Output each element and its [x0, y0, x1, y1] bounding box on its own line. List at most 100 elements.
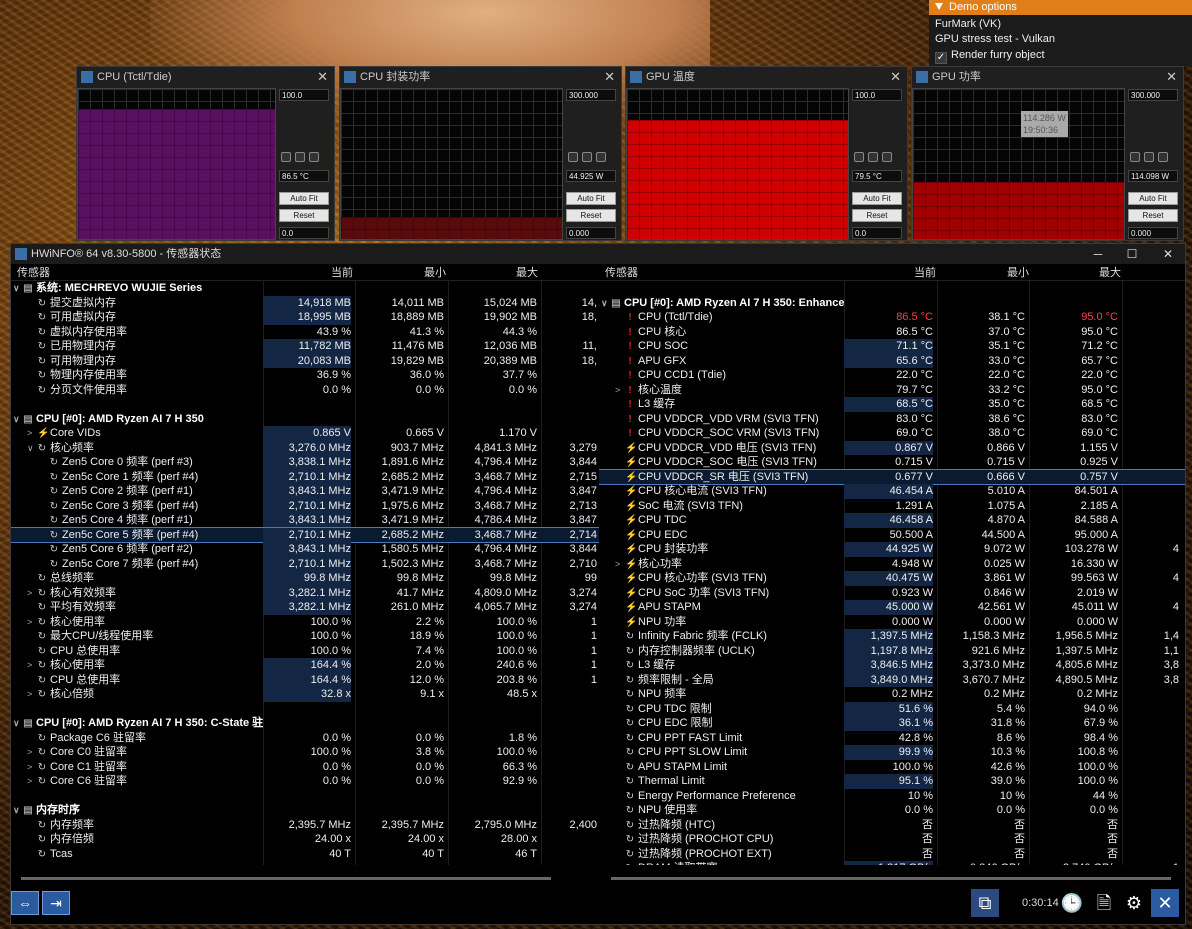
graph-max-input[interactable]: 100.0 [852, 89, 902, 101]
expand-icon[interactable]: > [27, 774, 35, 789]
sensor-row[interactable]: ↻ Zen5c Core 1 频率 (perf #4) 2,710.1 MHz 2,6… [11, 469, 599, 484]
left-horizontal-scrollbar[interactable] [21, 877, 551, 880]
sensor-row[interactable]: > ↻ Core C1 驻留率 0.0 % 0.0 % 66.3 % [11, 760, 599, 775]
sensor-row[interactable]: ! CPU 核心 86.5 °C 37.0 °C 95.0 °C [599, 325, 1185, 340]
graph-window-2[interactable]: GPU 温度 ✕ 100.0 79.5 °C Auto Fit Reset 0.0 [625, 66, 908, 241]
sensor-row[interactable]: > ⚡核心功率 4.948 W 0.025 W 16.330 W [599, 557, 1185, 572]
sensor-row[interactable]: ↻ 内存控制器频率 (UCLK) 1,197.8 MHz 921.6 MHz 1,397… [599, 643, 1185, 658]
graph-window-0[interactable]: CPU (Tctl/Tdie) ✕ 100.0 86.5 °C Auto Fit Rese… [76, 66, 335, 241]
sensor-row[interactable]: ↻ Package C6 驻留率 0.0 % 0.0 % 1.8 % [11, 731, 599, 746]
sensor-row[interactable]: ↻ 内存倍频 24.00 x 24.00 x 28.00 x [11, 832, 599, 847]
auto-fit-button[interactable]: Auto Fit [279, 192, 329, 205]
graph-option-checkbox[interactable] [1130, 152, 1140, 162]
sensor-row[interactable]: ↻ 分页文件使用率 0.0 % 0.0 % 0.0 % [11, 383, 599, 398]
sensor-row[interactable]: ↻ 虚拟内存使用率 43.9 % 41.3 % 44.3 % [11, 325, 599, 340]
auto-fit-button[interactable]: Auto Fit [566, 192, 616, 205]
settings-button[interactable]: ⚙ [1120, 889, 1148, 917]
sensor-row[interactable]: ↻DRAM 读取带宽 1.317 GB/s 0.846 GB/s 3.740 GB/s… [599, 861, 1185, 865]
sensor-row[interactable]: ↻ CPU TDC 限制 51.6 % 5.4 % 94.0 % [599, 701, 1185, 716]
expand-icon[interactable]: ∨ [13, 412, 21, 427]
sensor-row[interactable]: ↻ 内存频率 2,395.7 MHz 2,395.7 MHz 2,795.0 MHz 2,… [11, 818, 599, 833]
sensor-row[interactable]: ↻ NPU 使用率 0.0 % 0.0 % 0.0 % [599, 803, 1185, 818]
sensor-row[interactable]: ↻ 最大CPU/线程使用率 100.0 % 18.9 % 100.0 % 1 [11, 629, 599, 644]
sensor-row[interactable]: ⚡CPU SoC 功率 (SVI3 TFN) 0.923 W 0.846 W 2.01… [599, 586, 1185, 601]
sensor-group-header[interactable]: ∨ ▤ CPU [#0]: AMD Ryzen AI 7 H 350: C-Stat… [11, 716, 599, 731]
graph-option-checkbox[interactable] [882, 152, 892, 162]
collapse-left-button[interactable]: ⇔ [11, 891, 39, 915]
sensor-row[interactable]: ↻ 过热降频 (PROCHOT EXT) 否 否 否 [599, 847, 1185, 862]
sensor-row[interactable]: ↻ 已用物理内存 11,782 MB 11,476 MB 12,036 MB 11, [11, 339, 599, 354]
auto-fit-button[interactable]: Auto Fit [852, 192, 902, 205]
sensor-row[interactable]: > ↻ 核心使用率 164.4 % 2.0 % 240.6 % 1 [11, 658, 599, 673]
sensor-row[interactable]: ↻ Energy Performance Preference 10 % 10 % 44… [599, 789, 1185, 804]
sensor-row[interactable]: ↻ Tcas 40 T 40 T 46 T [11, 847, 599, 862]
expand-icon[interactable]: ∨ [13, 716, 21, 731]
sensor-row[interactable]: ⚡CPU TDC 46.458 A 4.870 A 84.588 A [599, 513, 1185, 528]
sensor-row[interactable]: ↻ Zen5c Core 5 频率 (perf #4) 2,710.1 MHz 2,6… [11, 526, 599, 543]
sensor-row[interactable]: > ↻ 核心倍频 32.8 x 9.1 x 48.5 x [11, 687, 599, 702]
expand-icon[interactable]: > [27, 760, 35, 775]
sensor-group-header[interactable]: ∨ ▤ 系统: MECHREVO WUJIE Series [11, 281, 599, 296]
sensor-row[interactable]: ↻ CPU EDC 限制 36.1 % 31.8 % 67.9 % [599, 716, 1185, 731]
reset-button[interactable]: Reset [852, 209, 902, 222]
checkmark-icon[interactable]: ✓ [935, 52, 947, 64]
network-button[interactable]: ⧉ [971, 889, 999, 917]
graph-option-checkbox[interactable] [281, 152, 291, 162]
graph-title-bar[interactable]: GPU 温度 ✕ [626, 67, 907, 87]
sensor-row[interactable]: ! CPU VDDCR_VDD VRM (SVI3 TFN) 83.0 °C 38.6… [599, 412, 1185, 427]
reset-button[interactable]: Reset [279, 209, 329, 222]
expand-icon[interactable]: ∨ [27, 441, 35, 456]
sensor-row[interactable]: ⚡CPU EDC 50.500 A 44.500 A 95.000 A [599, 528, 1185, 543]
sensor-column-header[interactable]: 传感器 [605, 265, 638, 281]
auto-fit-button[interactable]: Auto Fit [1128, 192, 1178, 205]
graph-option-checkbox[interactable] [596, 152, 606, 162]
sensor-row[interactable]: ∨ ↻ 核心频率 3,276.0 MHz 903.7 MHz 4,841.3 MHz 3,2… [11, 440, 599, 456]
sensor-row[interactable]: ↻ CPU PPT FAST Limit 42.8 % 8.6 % 98.4 % [599, 731, 1185, 746]
sensor-row[interactable]: ↻ L3 缓存 3,846.5 MHz 3,373.0 MHz 4,805.6 MHz 3… [599, 658, 1185, 673]
sensor-row[interactable]: > ↻ Core C0 驻留率 100.0 % 3.8 % 100.0 % [11, 745, 599, 760]
graph-option-checkbox[interactable] [854, 152, 864, 162]
sensor-column-header[interactable]: 传感器 [17, 265, 50, 281]
sensor-row[interactable]: ↻ 物理内存使用率 36.9 % 36.0 % 37.7 % [11, 368, 599, 383]
graph-max-input[interactable]: 100.0 [279, 89, 329, 101]
reset-minmax-button[interactable]: 🗎 [1090, 889, 1118, 917]
maximize-button[interactable]: ☐ [1115, 244, 1149, 264]
reset-button[interactable]: Reset [566, 209, 616, 222]
right-horizontal-scrollbar[interactable] [611, 877, 1171, 880]
sensor-row[interactable]: ↻ 频率限制 - 全局 3,849.0 MHz 3,670.7 MHz 4,890.5 … [599, 672, 1185, 687]
expand-icon[interactable]: ∨ [13, 281, 21, 296]
graph-option-checkbox[interactable] [295, 152, 305, 162]
reset-button[interactable]: Reset [1128, 209, 1178, 222]
graph-option-checkbox[interactable] [582, 152, 592, 162]
expand-icon[interactable]: ∨ [13, 803, 21, 818]
graph-min-input[interactable]: 0.0 [852, 227, 902, 239]
graph-max-input[interactable]: 300.000 [566, 89, 616, 101]
sensor-row[interactable]: ↻ Zen5 Core 2 频率 (perf #1) 3,843.1 MHz 3,47… [11, 484, 599, 499]
sensor-row[interactable]: > ↻ 核心有效频率 3,282.1 MHz 41.7 MHz 4,809.0 MHz 3,… [11, 585, 599, 600]
sensor-row[interactable]: >! 核心温度 79.7 °C 33.2 °C 95.0 °C [599, 383, 1185, 398]
sensor-row[interactable]: ↻ APU STAPM Limit 100.0 % 42.6 % 100.0 % [599, 760, 1185, 775]
graph-close-button[interactable]: ✕ [890, 67, 901, 87]
expand-icon[interactable]: > [27, 687, 35, 702]
sensor-row[interactable]: ⚡SoC 电流 (SVI3 TFN) 1.291 A 1.075 A 2.185 A [599, 499, 1185, 514]
sensor-row[interactable]: ↻ CPU 总使用率 100.0 % 7.4 % 100.0 % 1 [11, 644, 599, 659]
demo-options-header[interactable]: Demo options [929, 0, 1192, 15]
expand-icon[interactable]: > [27, 615, 35, 630]
sensor-row[interactable]: ⚡CPU VDDCR_SOC 电压 (SVI3 TFN) 0.715 V 0.715… [599, 455, 1185, 470]
right-sensor-pane[interactable]: 传感器 当前 最小 最大 ∨ ▤ CPU [#0]: AMD Ryzen AI 7 … [599, 265, 1185, 865]
graph-max-input[interactable]: 300.000 [1128, 89, 1178, 101]
expand-icon[interactable]: > [615, 383, 623, 398]
sensor-row[interactable]: ↻ Thermal Limit 95.1 % 39.0 % 100.0 % [599, 774, 1185, 789]
graph-close-button[interactable]: ✕ [317, 67, 328, 87]
min-column-header[interactable]: 最小 [424, 265, 446, 281]
sensor-row[interactable]: ! L3 缓存 68.5 °C 35.0 °C 68.5 °C [599, 397, 1185, 412]
graph-title-bar[interactable]: CPU (Tctl/Tdie) ✕ [77, 67, 334, 87]
graph-title-bar[interactable]: GPU 功率 ✕ [912, 67, 1183, 87]
clock-button[interactable]: 🕒 [1058, 889, 1086, 917]
sensor-row[interactable]: > ↻ Core C6 驻留率 0.0 % 0.0 % 92.9 % [11, 774, 599, 789]
sensor-row[interactable]: ! CPU VDDCR_SOC VRM (SVI3 TFN) 69.0 °C 38.0… [599, 426, 1185, 441]
graph-window-1[interactable]: CPU 封装功率 ✕ 300.000 44.925 W Auto Fit Reset 0.0… [339, 66, 622, 241]
sensor-group-header[interactable]: ∨ ▤ CPU [#0]: AMD Ryzen AI 7 H 350: Enhanc… [599, 296, 1185, 311]
sensor-row[interactable]: ! CPU CCD1 (Tdie) 22.0 °C 22.0 °C 22.0 °C [599, 368, 1185, 383]
graph-option-checkbox[interactable] [309, 152, 319, 162]
